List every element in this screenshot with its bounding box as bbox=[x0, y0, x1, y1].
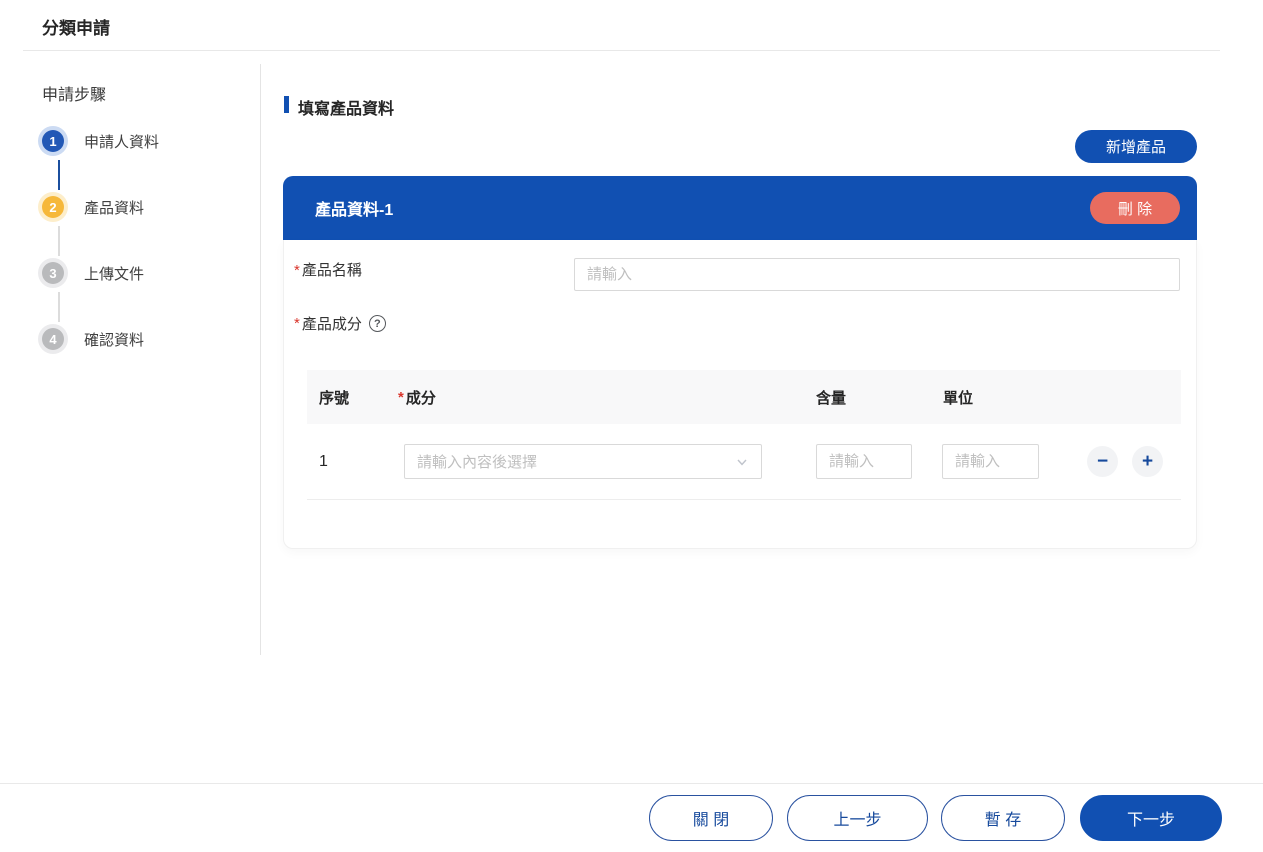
product-name-input[interactable] bbox=[574, 258, 1180, 291]
required-asterisk: * bbox=[294, 315, 300, 332]
product-name-label-text: 產品名稱 bbox=[302, 262, 362, 279]
unit-input[interactable] bbox=[942, 444, 1039, 479]
step-4-label: 確認資料 bbox=[84, 329, 144, 350]
step-product-info: 2 產品資料 bbox=[42, 196, 144, 218]
product-card-title: 產品資料-1 bbox=[315, 196, 393, 220]
ingredient-select-placeholder: 請輸入內容後選擇 bbox=[417, 451, 735, 472]
minus-icon: − bbox=[1097, 452, 1108, 471]
step-connector bbox=[58, 160, 60, 190]
header-ingredient: *成分 bbox=[398, 370, 436, 424]
sidebar-main-divider bbox=[260, 64, 261, 655]
save-draft-button[interactable]: 暫 存 bbox=[941, 795, 1065, 841]
steps-panel-title: 申請步驟 bbox=[42, 81, 106, 105]
header-unit: 單位 bbox=[943, 370, 973, 424]
add-row-button[interactable]: + bbox=[1132, 446, 1163, 477]
ingredients-table: 序號 *成分 含量 單位 1 請輸入內容後選擇 − bbox=[307, 370, 1181, 500]
top-divider bbox=[23, 50, 1220, 51]
required-asterisk: * bbox=[398, 389, 404, 406]
ingredients-table-header: 序號 *成分 含量 單位 bbox=[307, 370, 1181, 424]
help-icon[interactable]: ? bbox=[369, 315, 386, 332]
section-title: 填寫產品資料 bbox=[298, 95, 394, 119]
step-1-label: 申請人資料 bbox=[84, 131, 159, 152]
table-row: 1 請輸入內容後選擇 − + bbox=[307, 424, 1181, 500]
step-2-circle: 2 bbox=[42, 196, 64, 218]
product-card-body: *產品名稱 *產品成分 ? 序號 *成分 含量 單位 1 請輸入內容後選擇 bbox=[283, 240, 1197, 549]
step-3-circle: 3 bbox=[42, 262, 64, 284]
step-confirm-info: 4 確認資料 bbox=[42, 328, 144, 350]
next-step-button[interactable]: 下一步 bbox=[1080, 795, 1222, 841]
step-applicant-info: 1 申請人資料 bbox=[42, 130, 159, 152]
step-1-circle: 1 bbox=[42, 130, 64, 152]
footer-divider bbox=[0, 783, 1263, 784]
step-2-label: 產品資料 bbox=[84, 197, 144, 218]
header-index: 序號 bbox=[319, 370, 349, 424]
step-upload-documents: 3 上傳文件 bbox=[42, 262, 144, 284]
content-input[interactable] bbox=[816, 444, 912, 479]
remove-row-button[interactable]: − bbox=[1087, 446, 1118, 477]
product-ingredients-label-text: 產品成分 bbox=[302, 313, 362, 334]
step-connector bbox=[58, 226, 60, 256]
product-name-label: *產品名稱 bbox=[294, 259, 362, 280]
header-content: 含量 bbox=[816, 370, 846, 424]
add-product-button[interactable]: 新增產品 bbox=[1075, 130, 1197, 163]
previous-step-button[interactable]: 上一步 bbox=[787, 795, 928, 841]
step-4-circle: 4 bbox=[42, 328, 64, 350]
page-title: 分類申請 bbox=[42, 14, 110, 39]
row-index: 1 bbox=[319, 424, 328, 500]
product-ingredients-label: *產品成分 ? bbox=[294, 313, 386, 334]
step-connector bbox=[58, 292, 60, 322]
product-card-header: 產品資料-1 刪 除 bbox=[283, 176, 1197, 240]
section-title-bar bbox=[284, 96, 289, 113]
close-button[interactable]: 關 閉 bbox=[649, 795, 773, 841]
chevron-down-icon bbox=[735, 455, 749, 469]
required-asterisk: * bbox=[294, 262, 300, 279]
plus-icon: + bbox=[1142, 452, 1153, 471]
ingredient-select[interactable]: 請輸入內容後選擇 bbox=[404, 444, 762, 479]
delete-product-button[interactable]: 刪 除 bbox=[1090, 192, 1180, 224]
header-ingredient-text: 成分 bbox=[406, 387, 436, 408]
step-3-label: 上傳文件 bbox=[84, 263, 144, 284]
